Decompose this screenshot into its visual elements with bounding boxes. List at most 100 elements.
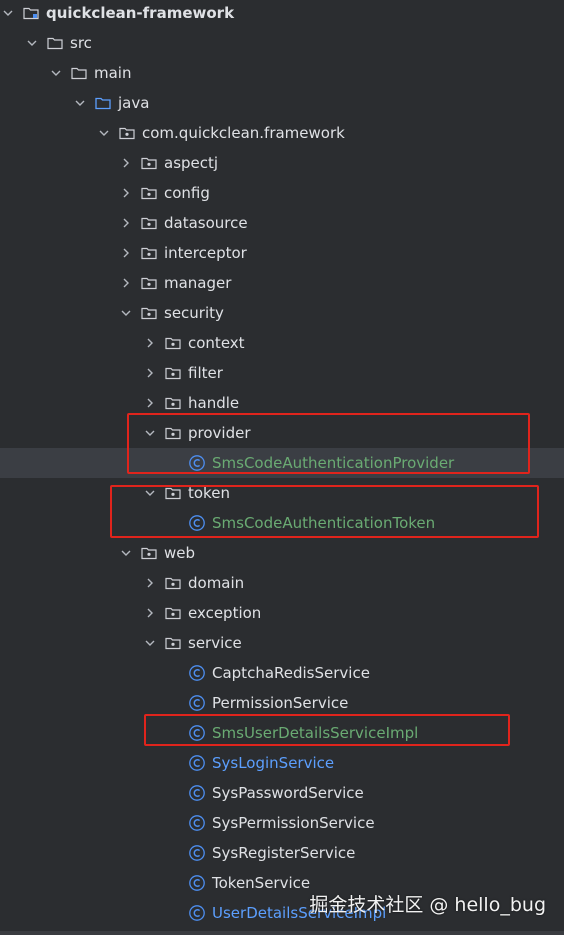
module-folder-icon [22, 4, 40, 22]
package-icon [164, 484, 182, 502]
tree-row-filter[interactable]: filter [0, 358, 564, 388]
chevron-down-icon[interactable] [50, 67, 62, 79]
tree-label: com.quickclean.framework [142, 124, 345, 142]
chevron-down-icon[interactable] [26, 37, 38, 49]
tree-row-exception[interactable]: exception [0, 598, 564, 628]
chevron-right-icon[interactable] [144, 577, 156, 589]
class-icon [188, 814, 206, 832]
tree-label: web [164, 544, 196, 562]
tree-label: service [188, 634, 242, 652]
tree-row-java[interactable]: java [0, 88, 564, 118]
package-icon [164, 364, 182, 382]
chevron-down-icon[interactable] [120, 547, 132, 559]
class-icon [188, 754, 206, 772]
tree-label: provider [188, 424, 251, 442]
tree-row-context[interactable]: context [0, 328, 564, 358]
tree-label: SysLoginService [212, 754, 335, 772]
tree-label: context [188, 334, 245, 352]
chevron-right-icon[interactable] [144, 607, 156, 619]
tree-row-permissionservice[interactable]: PermissionService [0, 688, 564, 718]
tree-label: config [164, 184, 210, 202]
tree-row-security[interactable]: security [0, 298, 564, 328]
package-icon [140, 304, 158, 322]
tree-label: datasource [164, 214, 248, 232]
tree-row-web[interactable]: web [0, 538, 564, 568]
tree-label: SysPermissionService [212, 814, 375, 832]
chevron-down-icon[interactable] [144, 487, 156, 499]
chevron-down-icon[interactable] [74, 97, 86, 109]
project-tree: quickclean-framework src main java com.q… [0, 0, 564, 935]
tree-label: domain [188, 574, 245, 592]
tree-label: interceptor [164, 244, 247, 262]
chevron-down-icon[interactable] [144, 427, 156, 439]
tree-label: SysPasswordService [212, 784, 364, 802]
chevron-right-icon[interactable] [144, 337, 156, 349]
tree-row-smscodeauthenticationtoken[interactable]: SmsCodeAuthenticationToken [0, 508, 564, 538]
tree-row-smscodeauthenticationprovider[interactable]: SmsCodeAuthenticationProvider [0, 448, 564, 478]
package-icon [164, 574, 182, 592]
tree-row-service[interactable]: service [0, 628, 564, 658]
tree-row-manager[interactable]: manager [0, 268, 564, 298]
tree-label: TokenService [212, 874, 311, 892]
class-icon [188, 664, 206, 682]
tree-row-quickclean-framework[interactable]: quickclean-framework [0, 0, 564, 28]
chevron-right-icon[interactable] [120, 217, 132, 229]
class-icon [188, 454, 206, 472]
tree-row-sysloginservice[interactable]: SysLoginService [0, 748, 564, 778]
tree-label: security [164, 304, 224, 322]
tree-row-syspermissionservice[interactable]: SysPermissionService [0, 808, 564, 838]
package-icon [164, 334, 182, 352]
tree-row-config[interactable]: config [0, 178, 564, 208]
chevron-down-icon[interactable] [2, 7, 14, 19]
tree-row-provider[interactable]: provider [0, 418, 564, 448]
chevron-down-icon[interactable] [144, 637, 156, 649]
package-icon [118, 124, 136, 142]
tree-row-src[interactable]: src [0, 28, 564, 58]
tree-label: handle [188, 394, 240, 412]
tree-row-com-quickclean-framework[interactable]: com.quickclean.framework [0, 118, 564, 148]
tree-row-syspasswordservice[interactable]: SysPasswordService [0, 778, 564, 808]
tree-label: CaptchaRedisService [212, 664, 370, 682]
package-icon [164, 634, 182, 652]
class-icon [188, 844, 206, 862]
tree-row-handle[interactable]: handle [0, 388, 564, 418]
package-icon [140, 154, 158, 172]
tree-row-captcharedisservice[interactable]: CaptchaRedisService [0, 658, 564, 688]
tree-label: SmsCodeAuthenticationToken [212, 514, 436, 532]
class-icon [188, 724, 206, 742]
chevron-right-icon[interactable] [120, 157, 132, 169]
chevron-down-icon[interactable] [98, 127, 110, 139]
chevron-down-icon[interactable] [120, 307, 132, 319]
chevron-right-icon[interactable] [120, 187, 132, 199]
watermark: 掘金技术社区 @ hello_bug [309, 894, 546, 916]
tree-row-datasource[interactable]: datasource [0, 208, 564, 238]
class-icon [188, 514, 206, 532]
package-icon [164, 604, 182, 622]
tree-row-interceptor[interactable]: interceptor [0, 238, 564, 268]
source-folder-icon [94, 94, 112, 112]
tree-row-main[interactable]: main [0, 58, 564, 88]
package-icon [164, 424, 182, 442]
class-icon [188, 874, 206, 892]
tree-row-token[interactable]: token [0, 478, 564, 508]
tree-row-aspectj[interactable]: aspectj [0, 148, 564, 178]
bottom-divider [0, 931, 564, 935]
tree-label: java [118, 94, 150, 112]
package-icon [140, 274, 158, 292]
tree-label: aspectj [164, 154, 219, 172]
tree-label: SysRegisterService [212, 844, 356, 862]
package-icon [140, 244, 158, 262]
chevron-right-icon[interactable] [144, 367, 156, 379]
folder-icon [46, 34, 64, 52]
tree-label: exception [188, 604, 262, 622]
chevron-right-icon[interactable] [120, 277, 132, 289]
tree-label: SmsCodeAuthenticationProvider [212, 454, 455, 472]
package-icon [140, 214, 158, 232]
tree-row-smsuserdetailsserviceimpl[interactable]: SmsUserDetailsServiceImpl [0, 718, 564, 748]
tree-label: filter [188, 364, 223, 382]
chevron-right-icon[interactable] [120, 247, 132, 259]
tree-row-domain[interactable]: domain [0, 568, 564, 598]
chevron-right-icon[interactable] [144, 397, 156, 409]
tree-row-sysregisterservice[interactable]: SysRegisterService [0, 838, 564, 868]
folder-icon [70, 64, 88, 82]
